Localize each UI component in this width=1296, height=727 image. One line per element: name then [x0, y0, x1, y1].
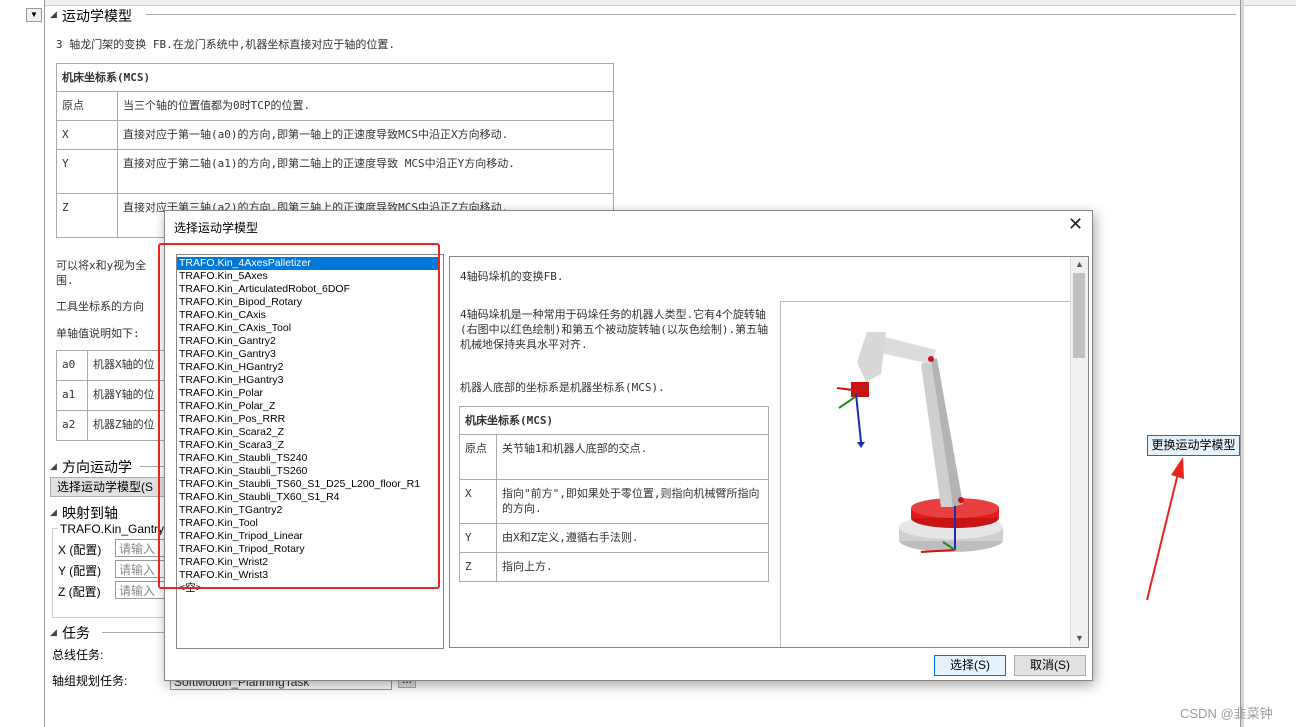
- dialog-value: 指向"前方",即如果处于零位置,则指向机械臂所指向的方向.: [496, 479, 769, 524]
- palletizer-robot-image: [780, 301, 1072, 647]
- mcs-key: Y: [56, 149, 118, 194]
- bg-paragraph-2: 工具坐标系的方向: [56, 300, 144, 313]
- dialog-key: 原点: [459, 434, 497, 480]
- toolbar-strip: [0, 0, 1296, 6]
- mapping-label-z: Z (配置): [58, 585, 101, 599]
- dialog-value: 关节轴1和机器人底部的交点.: [496, 434, 769, 480]
- dialog-value: 由X和Z定义,遵循右手法则.: [496, 523, 769, 553]
- bg-paragraph-3: 单轴值说明如下:: [56, 327, 140, 340]
- description-panel: 4轴码垛机的变换FB. 4轴码垛机是一种常用于码垛任务的机器人类型.它有4个旋转…: [449, 256, 1089, 648]
- dialog-value: 指向上方.: [496, 552, 769, 582]
- close-icon[interactable]: ✕: [1068, 215, 1083, 233]
- change-kinematics-button[interactable]: 更换运动学模型: [1147, 435, 1240, 456]
- dialog-title: 选择运动学模型: [174, 221, 259, 235]
- dialog-table-title: 机床坐标系(MCS): [459, 406, 769, 435]
- section-title-mapping: 映射到轴: [62, 505, 118, 521]
- right-panel-edge: [1240, 0, 1244, 727]
- bus-task-label: 总线任务:: [52, 648, 104, 662]
- collapse-icon[interactable]: ◢: [50, 627, 57, 638]
- mcs-key: Z: [56, 193, 118, 238]
- section-title-direction: 方向运动学: [62, 459, 132, 475]
- mcs-value: 直接对应于第一轴(a0)的方向,即第一轴上的正速度导致MCS中沿正X方向移动.: [117, 120, 614, 150]
- section-title-task: 任务: [62, 625, 90, 641]
- description-body: 4轴码垛机是一种常用于码垛任务的机器人类型.它有4个旋转轴(右图中以红色绘制)和…: [460, 308, 769, 351]
- collapse-icon[interactable]: ◢: [50, 461, 57, 472]
- bg-paragraph-1: 可以将x和y视为全: [56, 259, 147, 272]
- axis-key: a0: [56, 350, 88, 381]
- mcs-key: X: [56, 120, 118, 150]
- mcs-value: 当三个轴的位置值都为0时TCP的位置.: [117, 91, 614, 121]
- scroll-down-icon[interactable]: ▼: [1075, 633, 1084, 643]
- description-mcs: 机器人底部的坐标系是机器坐标系(MCS).: [460, 381, 665, 394]
- section-title-kinematics: 运动学模型: [62, 8, 132, 24]
- mcs-value: 直接对应于第二轴(a1)的方向,即第二轴上的正速度导致 MCS中沿正Y方向移动.: [117, 149, 614, 194]
- mapping-group-label: TRAFO.Kin_Gantry3: [58, 522, 173, 536]
- mcs-table-title: 机床坐标系(MCS): [56, 63, 614, 92]
- dialog-key: Y: [459, 523, 497, 553]
- select-kinematics-button[interactable]: 选择运动学模型(S: [50, 477, 168, 497]
- scroll-thumb[interactable]: [1073, 273, 1085, 358]
- kinematics-desc: 3 轴龙门架的变换 FB.在龙门系统中,机器坐标直接对应于轴的位置.: [56, 38, 395, 51]
- axis-key: a1: [56, 380, 88, 411]
- axis-key: a2: [56, 410, 88, 441]
- left-gutter: [0, 0, 45, 727]
- dialog-key: Z: [459, 552, 497, 582]
- mcs-key: 原点: [56, 91, 118, 121]
- dialog-key: X: [459, 479, 497, 524]
- description-title: 4轴码垛机的变换FB.: [460, 270, 564, 283]
- divider: [146, 14, 1236, 15]
- bg-paragraph-1b: 围.: [56, 274, 74, 287]
- highlight-box: [158, 243, 440, 589]
- dialog-mcs-table: 机床坐标系(MCS) 原点 关节轴1和机器人底部的交点. X 指向"前方",即如果处…: [459, 406, 769, 582]
- collapse-toggle[interactable]: ▼: [26, 8, 42, 22]
- cancel-button[interactable]: 取消(S): [1014, 655, 1086, 676]
- mapping-label-y: Y (配置): [58, 564, 102, 578]
- annotation-arrow: [1146, 457, 1184, 601]
- collapse-icon[interactable]: ◢: [50, 507, 57, 518]
- planner-task-label: 轴组规划任务:: [52, 674, 128, 688]
- mapping-label-x: X (配置): [58, 543, 102, 557]
- select-button[interactable]: 选择(S): [934, 655, 1006, 676]
- divider: [102, 632, 168, 633]
- collapse-icon[interactable]: ◢: [50, 9, 57, 20]
- watermark: CSDN @韭菜钟: [1180, 706, 1273, 721]
- description-scrollbar[interactable]: ▲ ▼: [1070, 257, 1088, 647]
- scroll-up-icon[interactable]: ▲: [1075, 259, 1084, 269]
